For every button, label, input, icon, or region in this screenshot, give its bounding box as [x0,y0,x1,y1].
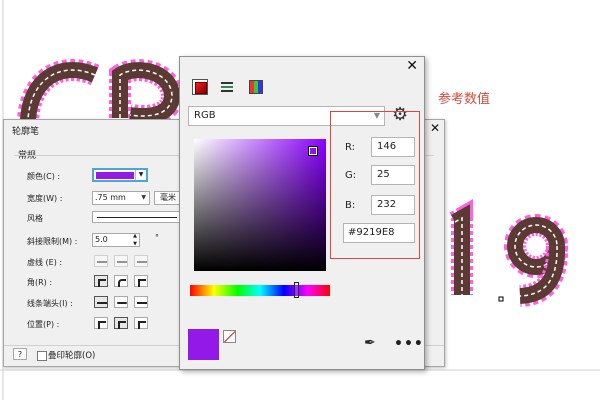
reference-highlight-box [330,111,420,259]
reference-values-label: 参考数值 [438,92,491,107]
color-palette-icon[interactable] [248,79,264,95]
chevron-down-icon: ▼ [135,170,146,180]
corner-round-option[interactable] [114,275,128,287]
dash-option-3[interactable] [134,255,148,267]
no-color-button[interactable] [223,330,236,343]
slider-line [221,86,233,88]
corner-label: 角(R) : [27,278,53,287]
degree-unit: ° [155,233,159,242]
slider-line [221,90,233,92]
cap-butt-option[interactable] [94,296,108,308]
close-icon[interactable]: ✕ [406,58,418,74]
color-marker[interactable] [308,146,318,156]
style-label: 风格 [27,214,43,223]
cap-square-icon [137,302,147,304]
color-label: 颜色(C) : [27,172,61,181]
cap-round-icon [117,302,127,304]
corner-round-icon [118,279,126,287]
help-button[interactable]: ? [13,348,27,360]
style-select[interactable] [92,211,184,223]
color-picker-button[interactable]: ▼ [92,168,148,182]
color-sliders-icon[interactable] [220,79,236,95]
corner-bevel-option[interactable] [134,275,148,287]
spinner-icon[interactable]: ▲ ▼ [133,232,137,248]
position-center-option[interactable] [114,317,128,329]
corner-miter-icon [98,279,106,287]
more-options-icon[interactable]: ••• [394,336,424,352]
close-icon[interactable]: ✕ [430,121,440,135]
hue-slider[interactable] [190,285,330,296]
artwork-digit-fill [451,204,470,295]
chevron-down-icon: ▼ [141,194,146,201]
width-unit-select[interactable]: 毫米 [154,191,182,205]
color-viewer-icon[interactable] [192,79,208,95]
width-label: 宽度(W) : [27,194,63,203]
dash-option-1[interactable] [94,255,108,267]
slider-line [221,82,233,84]
miter-limit-label: 斜接限制(M) : [27,237,78,246]
position-outside-icon [98,321,106,329]
dialog-title: 轮廓笔 [12,127,40,137]
miter-limit-input[interactable]: 5.0 ▲ ▼ [92,233,140,247]
miter-limit-value: 5.0 [95,235,108,244]
corner-bevel-icon [138,279,146,287]
color-model-value: RGB [194,110,216,121]
dash-icon [117,261,127,263]
dash-icon [137,261,147,263]
selection-node[interactable] [498,296,504,302]
saturation-value-square[interactable] [194,139,326,271]
position-center-icon [118,321,126,329]
dash-label: 虚线 (E) : [27,258,63,267]
viewer-swatch [195,82,207,94]
dash-option-2[interactable] [114,255,128,267]
color-swatch [96,172,134,179]
color-eyedropper-icon[interactable]: ✒ [364,335,376,351]
overprint-label: 叠印轮廓(O) [48,351,96,361]
cap-square-option[interactable] [134,296,148,308]
line-caps-label: 线条端头(I) : [27,299,73,308]
solid-line-preview [97,217,177,218]
position-label: 位置(P) : [27,320,60,329]
hue-slider-thumb[interactable] [294,282,299,298]
position-inside-option[interactable] [134,317,148,329]
cap-butt-icon [97,302,107,304]
width-select[interactable]: .75 mm ▼ [92,191,150,205]
overprint-checkbox[interactable] [37,351,47,361]
dash-icon [97,261,107,263]
position-outside-option[interactable] [94,317,108,329]
current-color-swatch [188,329,219,360]
cap-round-option[interactable] [114,296,128,308]
palette-grid [249,80,263,94]
position-inside-icon [138,321,146,329]
width-value: .75 mm [95,193,126,202]
corner-miter-option[interactable] [94,275,108,287]
